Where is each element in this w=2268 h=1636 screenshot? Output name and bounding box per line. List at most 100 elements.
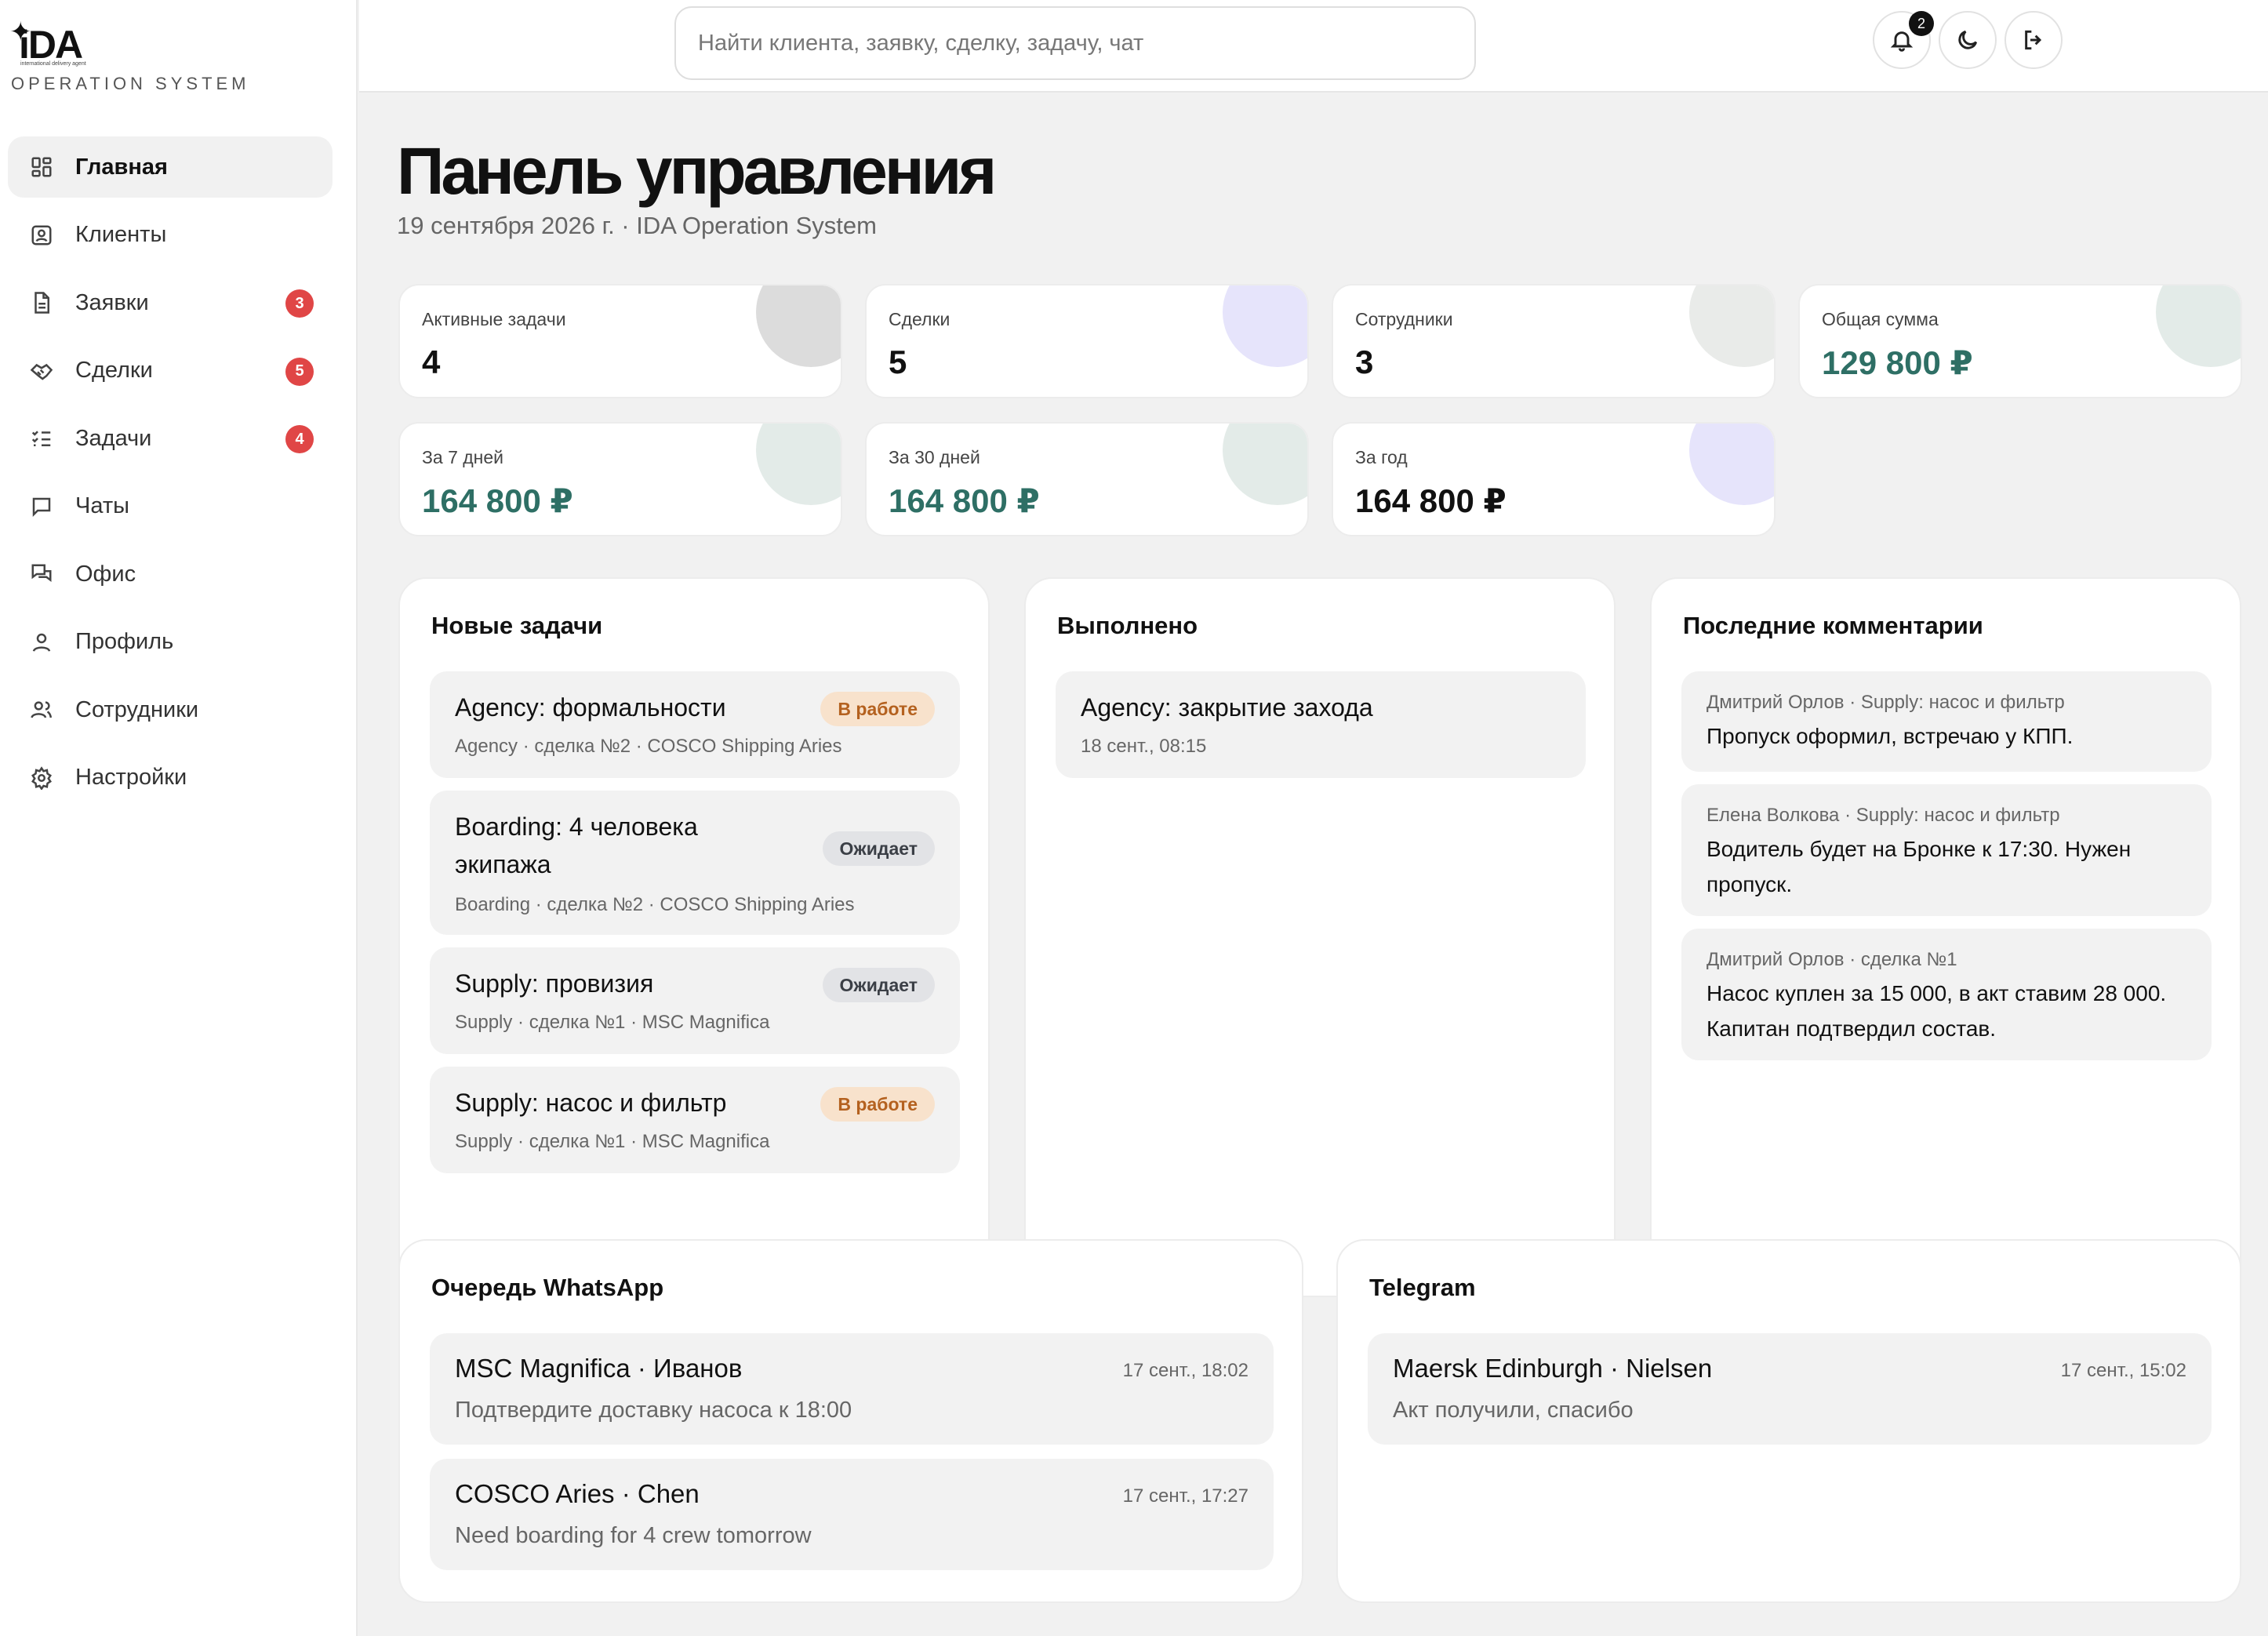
task-meta: Supply · сделка №1 · MSC Magnifica: [455, 1012, 770, 1033]
sidebar-item-requests[interactable]: Заявки 3: [8, 272, 333, 333]
stat-card-7-days[interactable]: За 7 дней 164 800 ₽: [398, 422, 842, 536]
comment-author: Дмитрий Орлов · сделка №1: [1706, 949, 1957, 970]
sidebar-item-label: Чаты: [75, 493, 129, 518]
theme-toggle-button[interactable]: [1939, 11, 1997, 69]
sidebar-item-employees[interactable]: Сотрудники: [8, 679, 333, 740]
chat-time: 17 сент., 15:02: [2060, 1360, 2186, 1381]
sidebar-item-clients[interactable]: Клиенты: [8, 205, 333, 266]
task-card[interactable]: Supply: провизия Supply · сделка №1 · MS…: [430, 947, 960, 1054]
panel-title: Telegram: [1369, 1274, 1476, 1301]
task-meta: 18 сент., 08:15: [1081, 736, 1207, 757]
sidebar-item-settings[interactable]: Настройки: [8, 747, 333, 809]
stat-value: 5: [889, 344, 907, 380]
panel-title: Выполнено: [1057, 612, 1198, 639]
chat-message-card[interactable]: MSC Magnifica · Иванов 17 сент., 18:02 П…: [430, 1333, 1274, 1445]
stat-value: 164 800 ₽: [422, 482, 573, 519]
stat-label: За год: [1355, 447, 1408, 467]
comment-text: Пропуск оформил, встречаю у КПП.: [1706, 724, 2074, 748]
handshake-icon: [28, 358, 55, 384]
sidebar-item-label: Главная: [75, 154, 168, 180]
sidebar-item-chats[interactable]: Чаты: [8, 476, 333, 537]
stat-label: Общая сумма: [1822, 309, 1939, 329]
chat-time: 17 сент., 17:27: [1122, 1485, 1248, 1507]
new-tasks-panel: Новые задачи Agency: формальности Agency…: [398, 577, 990, 1297]
stat-label: За 7 дней: [422, 447, 504, 467]
logout-icon: [2025, 30, 2042, 50]
decorative-blob: [1223, 285, 1307, 367]
notifications-button[interactable]: 2: [1873, 11, 1934, 69]
sidebar-item-label: Сотрудники: [75, 696, 199, 722]
chat-message-card[interactable]: Maersk Edinburgh · Nielsen 17 сент., 15:…: [1368, 1333, 2212, 1445]
comment-card[interactable]: Дмитрий Орлов · Supply: насос и фильтр П…: [1681, 671, 2212, 772]
sidebar-item-home[interactable]: Главная: [8, 136, 333, 198]
comments-panel: Последние комментарии Дмитрий Орлов · Su…: [1650, 577, 2241, 1297]
task-card[interactable]: Supply: насос и фильтр Supply · сделка №…: [430, 1067, 960, 1173]
chat-sender: COSCO Aries · Chen: [455, 1479, 700, 1508]
sidebar-item-label: Задачи: [75, 425, 152, 451]
user-icon: [28, 629, 55, 656]
chat-sender: Maersk Edinburgh · Nielsen: [1393, 1354, 1713, 1383]
task-title: Boarding: 4 человека: [455, 813, 698, 841]
task-title-line2: экипажа: [455, 850, 551, 878]
stat-value: 164 800 ₽: [1355, 482, 1507, 519]
sidebar-item-label: Клиенты: [75, 222, 167, 247]
brand-subtitle: OPERATION SYSTEM: [11, 74, 250, 93]
stat-card-30-days[interactable]: За 30 дней 164 800 ₽: [865, 422, 1309, 536]
comment-author: Дмитрий Орлов · Supply: насос и фильтр: [1706, 692, 2065, 713]
task-card[interactable]: Boarding: 4 человека экипажа Boarding · …: [430, 791, 960, 935]
comment-text: Насос куплен за 15 000, в акт ставим 28 …: [1706, 981, 2167, 1041]
task-title: Supply: провизия: [455, 969, 654, 998]
top-bar: 2: [359, 0, 2268, 93]
logout-button[interactable]: [2004, 11, 2063, 69]
document-icon: [28, 289, 55, 316]
status-badge: Ожидает: [822, 968, 935, 1002]
decorative-blob: [756, 285, 841, 367]
sidebar-item-tasks[interactable]: Задачи 4: [8, 408, 333, 469]
notifications-count-badge: 2: [1909, 11, 1934, 36]
telegram-panel: Telegram Maersk Edinburgh · Nielsen 17 с…: [1336, 1239, 2241, 1603]
stat-label: Сотрудники: [1355, 309, 1453, 329]
done-task-card[interactable]: Agency: закрытие захода 18 сент., 08:15: [1056, 671, 1586, 778]
stat-value: 3: [1355, 344, 1374, 380]
task-title: Agency: закрытие захода: [1081, 693, 1373, 722]
requests-count-badge: 3: [285, 289, 314, 318]
tasks-count-badge: 4: [285, 425, 314, 453]
moon-icon: [1958, 30, 1978, 49]
stat-label: Сделки: [889, 309, 950, 329]
sparkle-icon: ✦: [9, 17, 32, 47]
stat-card-total-sum[interactable]: Общая сумма 129 800 ₽: [1798, 284, 2242, 398]
stat-card-deals[interactable]: Сделки 5: [865, 284, 1309, 398]
bell-icon: [1890, 31, 1914, 52]
sidebar-item-office[interactable]: Офис: [8, 544, 333, 605]
sidebar-item-label: Настройки: [75, 765, 187, 790]
decorative-blob: [1689, 424, 1774, 505]
comment-card[interactable]: Елена Волкова · Supply: насос и фильтр В…: [1681, 784, 2212, 916]
decorative-blob: [2156, 285, 2241, 367]
search-input[interactable]: [674, 6, 1476, 80]
chat-preview: Акт получили, спасибо: [1393, 1398, 1634, 1423]
comment-card[interactable]: Дмитрий Орлов · сделка №1 Насос куплен з…: [1681, 929, 2212, 1060]
status-badge: В работе: [820, 692, 935, 726]
stat-value: 4: [422, 344, 441, 380]
brand[interactable]: ✦ iDA international delivery agent OPERA…: [9, 17, 250, 94]
done-panel: Выполнено Agency: закрытие захода 18 сен…: [1024, 577, 1616, 1297]
decorative-blob: [1223, 424, 1307, 505]
chat-icon: [28, 493, 55, 520]
stat-card-year[interactable]: За год 164 800 ₽: [1332, 422, 1776, 536]
sidebar-item-deals[interactable]: Сделки 5: [8, 340, 333, 402]
sidebar-item-profile[interactable]: Профиль: [8, 612, 333, 673]
logo: ✦ iDA international delivery agent: [9, 17, 250, 67]
sidebar-item-label: Профиль: [75, 629, 174, 654]
task-card[interactable]: Agency: формальности Agency · сделка №2 …: [430, 671, 960, 778]
dashboard-icon: [28, 154, 55, 180]
status-badge: Ожидает: [822, 831, 935, 866]
chat-message-card[interactable]: COSCO Aries · Chen 17 сент., 17:27 Need …: [430, 1459, 1274, 1570]
stat-card-employees[interactable]: Сотрудники 3: [1332, 284, 1776, 398]
contact-card-icon: [28, 222, 55, 249]
stat-card-active-tasks[interactable]: Активные задачи 4: [398, 284, 842, 398]
chat-time: 17 сент., 18:02: [1122, 1360, 1248, 1381]
sidebar-item-label: Заявки: [75, 289, 149, 315]
chat-preview: Need boarding for 4 crew tomorrow: [455, 1523, 812, 1548]
panel-title: Новые задачи: [431, 612, 603, 639]
whatsapp-queue-panel: Очередь WhatsApp MSC Magnifica · Иванов …: [398, 1239, 1303, 1603]
